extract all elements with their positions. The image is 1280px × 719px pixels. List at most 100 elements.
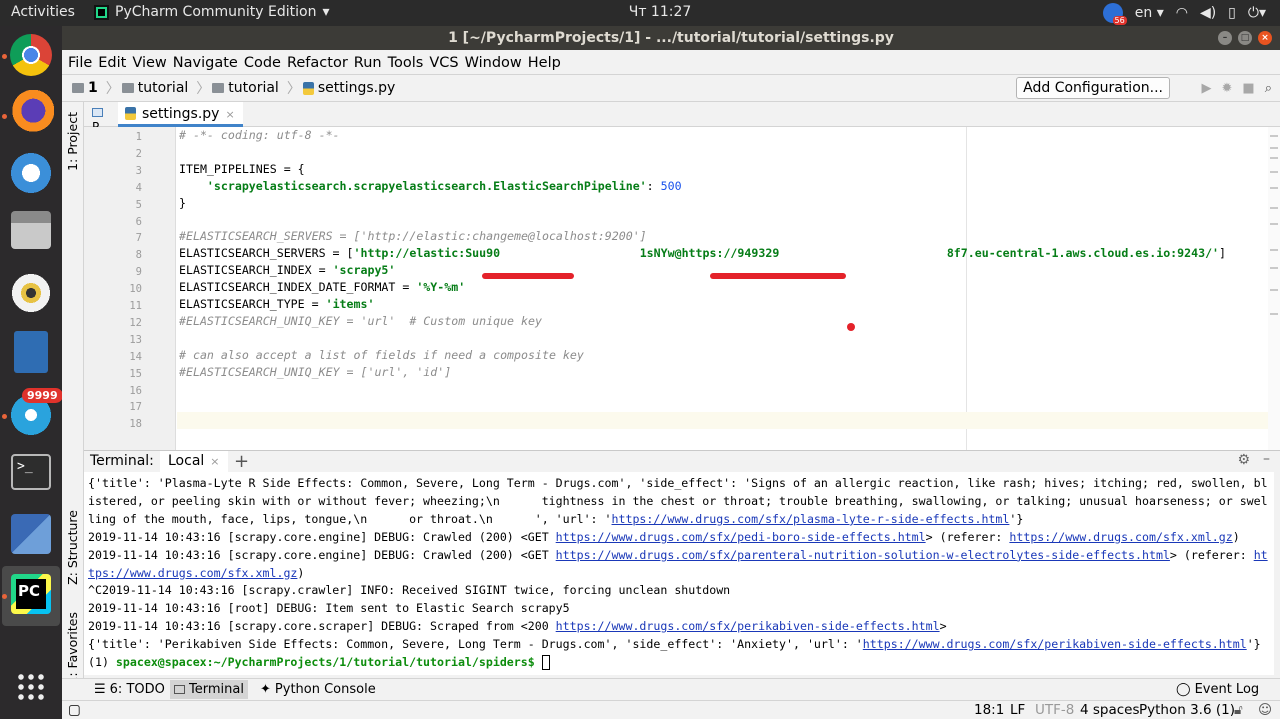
project-panel-tab[interactable]: P [92,106,112,134]
close-icon[interactable]: × [1258,31,1272,45]
terminal-icon[interactable]: >_ [11,454,51,490]
terminal-prompt-line[interactable]: (1) spacex@spacex:~/PycharmProjects/1/tu… [88,654,1270,672]
chrome-icon[interactable] [10,34,52,76]
language-indicator[interactable]: en ▾ [1135,5,1164,21]
project-tool-tab[interactable]: 1: Project [65,112,80,171]
stop-icon[interactable]: ■ [1242,81,1254,96]
files-icon[interactable] [11,211,51,249]
writer-icon[interactable] [14,331,48,373]
menu-tools[interactable]: Tools [388,50,427,74]
line-number: 12 [129,316,142,329]
debug-icon[interactable]: ✹ [1222,81,1233,96]
pycharm-small-icon [94,4,109,20]
terminal-link[interactable]: https://www.drugs.com/sfx/plasma-lyte-r-… [612,512,1010,526]
menu-file[interactable]: File [68,50,95,74]
app-menu[interactable]: PyCharm Community Edition ▾ [94,4,330,20]
menu-window[interactable]: Window [465,50,525,74]
thunderbird-icon[interactable] [8,150,54,196]
menu-code[interactable]: Code [244,50,284,74]
terminal-tab-label: Local [168,453,205,469]
volume-icon[interactable]: ◀) [1200,5,1216,21]
terminal-header: Terminal: Local × + ⚙ – [84,450,1280,473]
language-label: en [1134,5,1153,21]
code-token: # -*- coding: utf-8 -*- [179,128,340,142]
file-encoding[interactable]: UTF-8 [1035,702,1074,718]
terminal-link[interactable]: https://www.drugs.com/sfx/perikabiven-si… [556,619,940,633]
close-tab-icon[interactable]: × [225,108,234,121]
interpreter-setting[interactable]: Python 3.6 (1) [1139,702,1235,718]
terminal-line: ^C2019-11-14 10:43:16 [scrapy.crawler] I… [88,582,1270,600]
menu-run[interactable]: Run [354,50,385,74]
lock-icon[interactable]: 🔓︎ [1234,702,1243,718]
chevron-down-icon: ▾ [1156,5,1164,21]
hide-panel-icon[interactable]: – [1263,451,1270,467]
system-top-bar: Activities PyCharm Community Edition ▾ Ч… [0,0,1280,26]
menu-view[interactable]: View [132,50,169,74]
code-token: : [646,178,661,193]
line-number: 7 [135,232,142,245]
code-editor[interactable]: 1 2 3 4 5 6 7 8 9 10 11 12 13 14 15 16 17 18 # -*- coding… [84,127,1280,450]
terminal-link[interactable]: https://www.drugs.com/sfx/perikabiven-si… [863,637,1247,651]
show-applications-icon[interactable] [16,672,46,702]
inspector-icon[interactable]: ☺︎ [1258,702,1272,718]
firefox-icon[interactable] [8,90,54,136]
add-configuration-button[interactable]: Add Configuration... [1016,77,1170,99]
status-bar: ▢ 18:1 LF UTF-8 4 spaces Python 3.6 (1) … [62,700,1280,719]
wifi-icon[interactable]: ◠ [1176,5,1188,21]
favorites-tool-tab[interactable]: 2: Favorites [65,612,80,685]
layout-toggle-icon[interactable]: ▢ [68,702,81,718]
close-tab-icon[interactable]: × [210,455,219,468]
run-icon[interactable]: ▶ [1202,81,1212,96]
line-separator[interactable]: LF [1010,702,1025,718]
indent-setting[interactable]: 4 spaces [1080,702,1140,718]
battery-icon[interactable]: ▯ [1228,5,1236,21]
terminal-text: > (referer: [1169,547,1254,562]
todo-tool-button[interactable]: ☰ 6: TODO [94,682,165,697]
pycharm-icon-label: PC [16,579,46,609]
breadcrumb-project[interactable]: 1 〉 [62,78,120,98]
code-token: ] [1219,246,1227,261]
breadcrumb-file[interactable]: settings.py [301,80,395,96]
network-tool-icon[interactable] [11,514,51,554]
new-terminal-button[interactable]: + [234,451,249,472]
terminal-link[interactable]: https://www.drugs.com/sfx.xml.gz [1009,530,1232,544]
event-log-button[interactable]: ◯ Event Log [1176,682,1259,697]
minimize-icon[interactable]: – [1218,31,1232,45]
power-icon[interactable]: ⏻▾ [1248,5,1266,21]
clock[interactable]: Чт 11:27 [610,4,710,20]
caret-position[interactable]: 18:1 [974,702,1004,718]
terminal-link[interactable]: https://www.drugs.com/sfx/parenteral-nut… [556,548,1170,562]
breadcrumb-tutorial-2[interactable]: tutorial 〉 [210,78,301,98]
terminal-link[interactable]: https://www.drugs.com/sfx/pedi-boro-side… [556,530,926,544]
running-indicator [2,114,7,119]
menu-navigate[interactable]: Navigate [173,50,241,74]
structure-tool-tab[interactable]: Z: Structure [65,510,80,585]
pycharm-dock-item[interactable]: PC [2,566,60,626]
editor-scrollbar[interactable] [1268,127,1280,450]
rhythmbox-icon[interactable] [8,270,54,316]
python-console-button[interactable]: ✦ Python Console [260,682,376,697]
code-token: #ELASTICSEARCH_UNIQ_KEY = 'url' # Custom… [179,313,542,328]
terminal-tab-local[interactable]: Local × [160,451,228,473]
menu-vcs[interactable]: VCS [429,50,461,74]
code-token: ELASTICSEARCH_SERVERS = [ [179,246,354,261]
menu-edit[interactable]: Edit [98,50,129,74]
code-line: #ELASTICSEARCH_SERVERS = ['http://elasti… [179,228,647,245]
maximize-icon[interactable]: □ [1238,31,1252,45]
menu-help[interactable]: Help [528,50,564,74]
notification-app-icon[interactable]: 56 [1102,3,1127,25]
activities-button[interactable]: Activities [11,4,75,20]
gear-icon[interactable]: ⚙ [1237,452,1250,468]
menu-refactor[interactable]: Refactor [287,50,351,74]
breadcrumb-tutorial-1[interactable]: tutorial 〉 [120,78,210,98]
tab-settings-py[interactable]: settings.py × [118,102,243,127]
terminal-output[interactable]: {'title': 'Plasma-Lyte R Side Effects: C… [84,472,1274,675]
search-icon[interactable]: ⌕ [1265,81,1272,96]
terminal-text: {'title': 'Perikabiven Side Effects: Com… [88,637,863,652]
tray-badge-count: 56 [1112,16,1127,25]
terminal-tool-button[interactable]: Terminal [170,680,248,699]
folder-icon [72,83,84,93]
code-token: # can also accept a list of fields if ne… [179,347,584,362]
window-titlebar[interactable]: 1 [~/PycharmProjects/1] - .../tutorial/t… [62,26,1280,50]
